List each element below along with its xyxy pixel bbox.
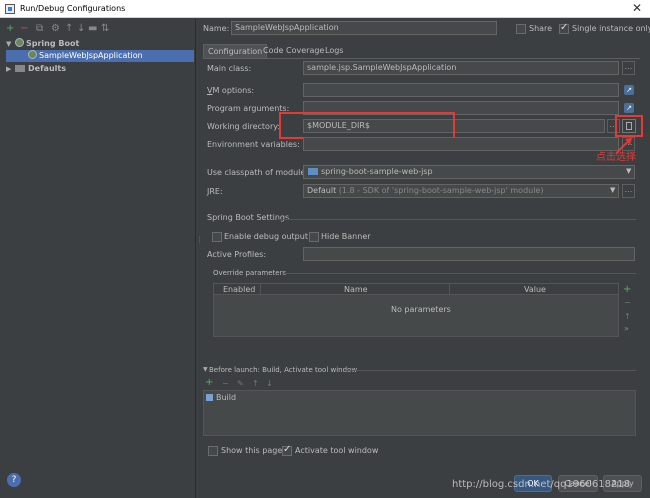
close-icon[interactable]: ✕ (632, 1, 642, 15)
activate-window-label: Activate tool window (295, 446, 379, 455)
watermark-text: http://blog.csdn.net/qq1960618218 (452, 479, 631, 490)
column-enabled[interactable]: Enabled (223, 284, 255, 295)
tab-logs[interactable]: Logs (321, 44, 347, 58)
vm-options-input[interactable] (303, 83, 619, 97)
edit-task-icon[interactable]: ✎ (237, 379, 244, 388)
move-param-up-button[interactable]: ↑ (624, 312, 631, 321)
list-item[interactable]: Build (204, 392, 635, 404)
move-param-down-button[interactable]: » (624, 324, 629, 333)
window-title: Run/Debug Configurations (20, 4, 126, 13)
name-input[interactable]: SampleWebJspApplication (231, 21, 497, 35)
column-divider (260, 284, 261, 295)
env-vars-input[interactable] (303, 137, 619, 151)
expand-arrow-icon[interactable]: ▼ (6, 38, 15, 50)
tree-item-sample-app[interactable]: SampleWebJspApplication (6, 50, 194, 62)
folder-icon[interactable]: ▬ (88, 23, 97, 34)
module-icon (308, 168, 318, 175)
column-name[interactable]: Name (344, 284, 368, 295)
main-class-label: Main class: (207, 64, 252, 73)
program-args-label: Program arguments: (207, 104, 290, 113)
share-label: Share (529, 24, 553, 33)
move-down-icon[interactable]: ↓ (77, 23, 85, 34)
wrench-icon[interactable]: ⚙ (51, 23, 60, 34)
tab-code-coverage[interactable]: Code Coverage (259, 44, 328, 58)
copy-config-icon[interactable]: ⧉ (36, 23, 43, 34)
highlight-working-dir (279, 112, 455, 139)
defaults-icon (15, 65, 25, 72)
spring-boot-icon (15, 38, 24, 47)
sort-icon[interactable]: ⇅ (101, 23, 109, 34)
classpath-select[interactable]: spring-boot-sample-web-jsp (303, 165, 635, 179)
show-page-label: Show this page (221, 446, 283, 455)
jre-select[interactable]: Default (1.8 - SDK of 'spring-boot-sampl… (303, 184, 619, 198)
jre-browse-button[interactable]: … (622, 184, 635, 198)
active-profiles-input[interactable] (303, 247, 635, 261)
main-class-browse-button[interactable]: … (622, 61, 635, 75)
before-launch-label: Before launch: Build, Activate tool wind… (209, 366, 358, 374)
jre-label: JRE: (207, 187, 223, 196)
highlight-macro-button (615, 115, 643, 137)
app-icon (5, 4, 15, 14)
before-launch-separator (345, 370, 636, 371)
main-class-input[interactable]: sample.jsp.SampleWebJspApplication (303, 61, 619, 75)
debug-output-checkbox[interactable] (212, 232, 222, 242)
classpath-label: Use classpath of module: (207, 168, 309, 177)
single-instance-checkbox[interactable] (559, 22, 569, 34)
spring-boot-settings-label: Spring Boot Settings (207, 213, 290, 222)
jre-dropdown-icon[interactable]: ▼ (610, 186, 615, 194)
name-label: Name: (203, 24, 230, 33)
share-checkbox[interactable] (516, 24, 526, 34)
program-args-expand-icon[interactable]: ↗ (624, 103, 634, 113)
splitter-handle[interactable]: ⋮ (196, 236, 203, 244)
env-vars-label: Environment variables: (207, 140, 300, 149)
add-param-button[interactable]: + (623, 284, 631, 295)
column-value[interactable]: Value (524, 284, 546, 295)
config-tree-panel: + − ⧉ ⚙ ↑ ↓ ▬ ⇅ ▼ Spring Boot SampleWebJs… (0, 19, 196, 498)
help-icon[interactable]: ? (7, 473, 21, 487)
build-icon (206, 394, 213, 401)
spring-boot-app-icon (28, 50, 37, 59)
tab-separator (203, 58, 640, 59)
remove-param-button[interactable]: − (624, 298, 631, 307)
hide-banner-label: Hide Banner (321, 232, 371, 241)
settings-separator (278, 219, 636, 220)
classpath-dropdown-icon[interactable]: ▼ (626, 167, 631, 175)
override-params-table: Enabled Name Value No parameters (213, 283, 619, 337)
working-dir-label: Working directory: (207, 122, 281, 131)
column-divider (449, 284, 450, 295)
empty-table-text: No parameters (391, 305, 451, 314)
hide-banner-checkbox[interactable] (309, 232, 319, 242)
add-config-button[interactable]: + (6, 23, 14, 34)
vm-options-expand-icon[interactable]: ↗ (624, 85, 634, 95)
debug-output-label: Enable debug output (224, 232, 308, 241)
before-launch-list: Build (203, 390, 636, 436)
show-page-checkbox[interactable] (208, 446, 218, 456)
override-separator (282, 273, 636, 274)
move-task-down-icon[interactable]: ↓ (266, 379, 273, 388)
single-instance-label: Single instance only (572, 24, 650, 33)
annotation-text: 点击选择 (596, 152, 636, 163)
remove-task-button[interactable]: − (222, 379, 229, 388)
window-titlebar: Run/Debug Configurations ✕ (0, 0, 650, 18)
active-profiles-label: Active Profiles: (207, 250, 267, 259)
add-task-button[interactable]: + (205, 377, 213, 388)
collapse-arrow-icon[interactable]: ▶ (6, 63, 15, 75)
tab-configuration[interactable]: Configuration (203, 44, 268, 58)
before-launch-expand-icon[interactable]: ▼ (203, 366, 208, 373)
override-params-label: Override parameters (213, 269, 287, 277)
table-header: Enabled Name Value (214, 284, 618, 295)
move-task-up-icon[interactable]: ↑ (252, 379, 259, 388)
activate-window-checkbox[interactable] (282, 444, 292, 456)
vm-options-label: VM options: (207, 86, 255, 95)
tree-group-spring-boot[interactable]: ▼ Spring Boot (6, 38, 194, 50)
move-up-icon[interactable]: ↑ (65, 23, 73, 34)
tree-item-defaults[interactable]: ▶ Defaults (6, 63, 194, 75)
remove-config-button[interactable]: − (20, 23, 28, 34)
